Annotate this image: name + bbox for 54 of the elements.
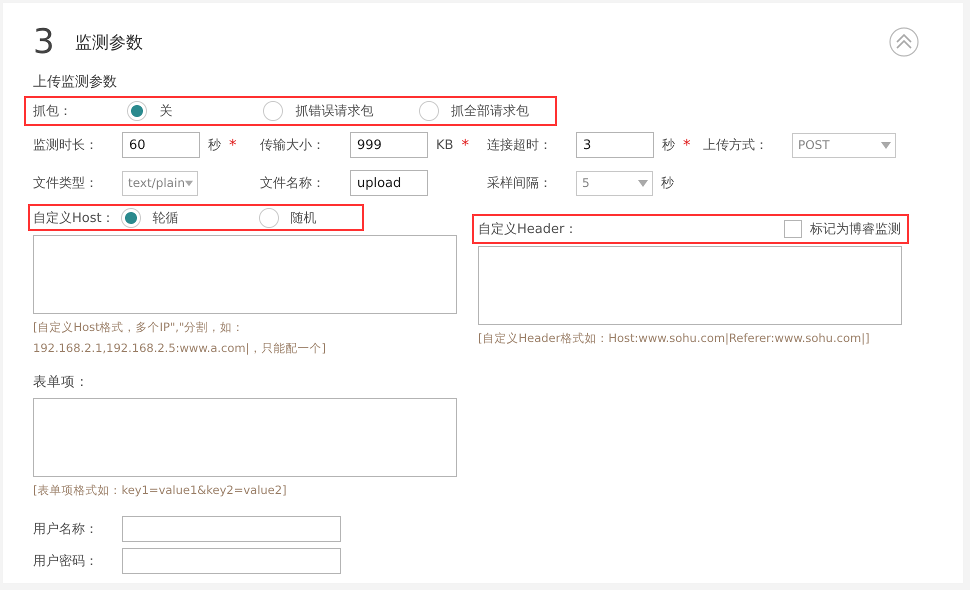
field-label: 传输大小： xyxy=(260,137,326,154)
required-mark: * xyxy=(461,136,469,154)
radio-button[interactable] xyxy=(258,208,279,228)
required-mark: * xyxy=(683,136,690,154)
radio-button[interactable] xyxy=(127,101,148,121)
text-field[interactable] xyxy=(122,548,341,574)
unit-label: KB xyxy=(436,138,454,152)
dropdown[interactable]: 5 xyxy=(576,170,653,196)
radio-label[interactable]: 关 xyxy=(159,102,172,120)
dropdown[interactable]: POST xyxy=(792,132,896,158)
unit-label: 秒 xyxy=(208,137,221,154)
radio-label[interactable]: 轮循 xyxy=(152,208,179,226)
unit-label: 秒 xyxy=(661,175,674,192)
field-label: 采样间隔： xyxy=(487,175,553,192)
radio-button[interactable] xyxy=(263,101,284,121)
caret-icon xyxy=(881,142,891,148)
required-mark: * xyxy=(229,136,236,154)
caret-icon xyxy=(184,180,193,186)
radio-button[interactable] xyxy=(418,101,439,121)
field-label: 文件类型： xyxy=(33,175,99,192)
field-label: 监测时长： xyxy=(33,137,99,154)
field-label: 用户名称： xyxy=(33,521,98,538)
caret-icon xyxy=(638,180,648,186)
field-label: 连接超时： xyxy=(487,137,553,154)
field-label: 抓包： xyxy=(33,103,73,120)
subsection-title: 上传监测参数 xyxy=(33,73,118,91)
field-label: 文件名称： xyxy=(260,175,326,192)
field-label: 上传方式： xyxy=(703,137,769,154)
field-label: 自定义Host： xyxy=(33,210,115,226)
format-hint: [表单项格式如：key1=value1&key2=value2] xyxy=(33,482,288,499)
collapse-icon[interactable] xyxy=(889,27,919,57)
host-textarea[interactable] xyxy=(33,235,457,314)
section-title: 监测参数 xyxy=(75,32,143,54)
checkbox-label[interactable]: 标记为博睿监测 xyxy=(810,220,901,238)
field-label: 用户密码： xyxy=(33,553,98,570)
radio-button[interactable] xyxy=(120,208,141,228)
text-field[interactable]: 60 xyxy=(122,132,200,158)
radio-label[interactable]: 抓错误请求包 xyxy=(295,102,374,120)
field-label: 表单项： xyxy=(33,373,90,391)
field-label: 自定义Header： xyxy=(478,221,578,238)
radio-label[interactable]: 抓全部请求包 xyxy=(450,102,529,120)
dropdown[interactable]: text/plain xyxy=(122,170,198,196)
text-field[interactable]: 999 xyxy=(350,132,428,158)
text-field[interactable]: 3 xyxy=(576,132,654,158)
format-hint: [自定义Header格式如：Host:www.sohu.com|Referer:www.sohu.com|] xyxy=(478,330,871,347)
text-field[interactable] xyxy=(122,516,341,542)
header-textarea[interactable] xyxy=(478,246,902,325)
form-textarea[interactable] xyxy=(33,398,457,477)
text-field[interactable]: upload xyxy=(350,170,428,196)
unit-label: 秒 xyxy=(662,137,675,154)
format-hint: [自定义Host格式，多个IP","分割，如：192.168.2.1,192.168.2.5:www.a.com|，只能配一个] xyxy=(33,319,327,357)
checkbox[interactable] xyxy=(784,220,802,238)
radio-label[interactable]: 随机 xyxy=(290,208,317,226)
section-number: 3 xyxy=(33,22,56,62)
